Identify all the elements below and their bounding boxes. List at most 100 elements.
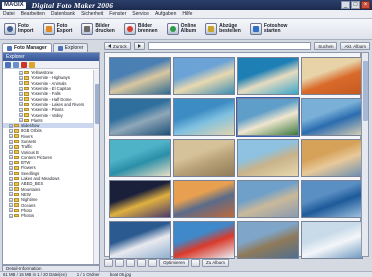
photo-bay-aerial[interactable] xyxy=(237,57,299,95)
photo-city-lights[interactable] xyxy=(109,180,171,218)
photo-jetty-palms[interactable] xyxy=(236,97,300,137)
tab-explorer[interactable]: Explorer xyxy=(52,43,89,52)
expand-icon[interactable]: + xyxy=(9,139,13,144)
toolbar-button[interactable]: Foto Import xyxy=(4,23,34,35)
expand-icon[interactable]: + xyxy=(9,176,13,181)
expand-icon[interactable]: + xyxy=(9,123,13,128)
expand-icon[interactable]: + xyxy=(9,160,13,165)
expand-icon[interactable]: + xyxy=(9,203,13,208)
expand-icon[interactable]: + xyxy=(9,171,13,176)
expand-icon[interactable]: + xyxy=(9,155,13,160)
favorite-icon[interactable] xyxy=(29,62,35,68)
expand-icon[interactable]: + xyxy=(9,213,13,218)
photo-red-sail[interactable] xyxy=(173,221,235,259)
forward-button[interactable] xyxy=(133,42,145,50)
toolbar-button[interactable]: Foto Export xyxy=(42,23,72,35)
menu-item[interactable]: Aufgaben xyxy=(155,11,176,17)
compare-button[interactable] xyxy=(191,258,201,267)
photo-lagoon-boat[interactable] xyxy=(109,139,171,177)
new-folder-icon[interactable] xyxy=(5,62,11,68)
toolbar-button[interactable]: Fotoshow starten xyxy=(249,23,287,35)
expand-icon[interactable]: + xyxy=(9,134,13,139)
folder-icon xyxy=(14,150,19,154)
expand-icon[interactable]: + xyxy=(19,113,23,118)
menu-item[interactable]: Service xyxy=(132,11,149,17)
expand-icon[interactable]: + xyxy=(19,102,23,107)
menu-item[interactable]: Fenster xyxy=(109,11,126,17)
tree-item-label: Yosemite - Valley xyxy=(31,112,63,118)
expand-icon[interactable]: + xyxy=(9,150,13,155)
expand-icon[interactable]: + xyxy=(19,91,23,96)
photo-shell-sand[interactable] xyxy=(173,139,235,177)
zoom-in-button[interactable] xyxy=(137,258,146,267)
expand-icon[interactable]: + xyxy=(9,208,13,213)
expand-icon[interactable]: + xyxy=(9,181,13,186)
folder-icon xyxy=(14,208,19,213)
tree-item-label: ABED_BES xyxy=(21,181,44,187)
photo-starfish[interactable] xyxy=(301,57,363,95)
back-button[interactable]: Zurück xyxy=(104,42,131,50)
scroll-thumb[interactable] xyxy=(363,61,368,121)
expand-icon[interactable]: + xyxy=(9,144,13,149)
menu-item[interactable]: Datei xyxy=(3,11,15,17)
add-to-album-button[interactable]: Zu Album xyxy=(202,258,230,267)
explorer-panel: Explorer + Yellowstone + Yosemite - Highway… xyxy=(2,52,100,265)
expand-icon[interactable]: + xyxy=(19,118,23,123)
toolbar-button[interactable]: Abzüge bestellen xyxy=(205,23,241,35)
tree-item-label: Content Pictures xyxy=(21,154,52,160)
refresh-icon[interactable] xyxy=(13,62,19,68)
folder-icon xyxy=(7,45,12,51)
expand-icon[interactable]: + xyxy=(9,165,13,170)
minimize-icon[interactable]: _ xyxy=(341,1,350,9)
photo-palm-sunset[interactable] xyxy=(173,180,235,218)
delete-photo-button[interactable] xyxy=(148,258,157,267)
photo-grid xyxy=(104,52,363,259)
tree-item[interactable]: + Photos xyxy=(3,213,93,218)
toolbar-button[interactable]: Bilder brennen xyxy=(123,23,158,35)
expand-icon[interactable]: + xyxy=(9,187,13,192)
path-input[interactable] xyxy=(147,42,312,50)
photo-coast-cliffs[interactable] xyxy=(109,57,171,95)
photo-harbor-boats[interactable] xyxy=(109,221,171,259)
photo-coast-town[interactable] xyxy=(237,180,299,218)
search-button[interactable]: Suchen xyxy=(314,42,338,50)
expand-icon[interactable]: + xyxy=(19,107,23,112)
delete-icon[interactable] xyxy=(21,62,27,68)
toolbar-button[interactable]: Bilder drucken xyxy=(81,23,115,35)
rotate-left-button[interactable] xyxy=(104,258,113,267)
photo-beach-dunes[interactable] xyxy=(237,139,299,177)
photo-open-sea[interactable] xyxy=(301,180,363,218)
photo-hammock-beach[interactable] xyxy=(173,57,235,95)
photo-cliff-road[interactable] xyxy=(237,221,299,259)
expand-icon[interactable]: + xyxy=(9,192,13,197)
optimize-button[interactable]: Optimieren xyxy=(159,258,190,267)
photo-palm-beach[interactable] xyxy=(173,98,235,136)
tab-foto-manager[interactable]: Foto Manager xyxy=(2,43,52,52)
expand-icon[interactable]: + xyxy=(9,128,13,133)
close-icon[interactable]: × xyxy=(361,1,370,9)
scroll-thumb[interactable] xyxy=(95,84,99,124)
photo-white-boat[interactable] xyxy=(301,221,363,259)
current-album-button[interactable]: Akt. Album xyxy=(340,42,370,50)
zoom-out-button[interactable] xyxy=(126,258,135,267)
photo-deck-chair[interactable] xyxy=(301,98,363,136)
rotate-right-button[interactable] xyxy=(115,258,124,267)
expand-icon[interactable]: + xyxy=(19,70,23,75)
tree-item-label: Plants xyxy=(31,117,43,123)
grid-scrollbar[interactable] xyxy=(361,52,369,257)
expand-icon[interactable]: + xyxy=(19,75,23,80)
menu-item[interactable]: Bearbeiten xyxy=(21,11,45,17)
menu-item[interactable]: Datenbank xyxy=(51,11,75,17)
tree-scrollbar[interactable] xyxy=(93,70,99,264)
menu-item[interactable]: Sicherheit xyxy=(81,11,103,17)
maximize-icon[interactable]: □ xyxy=(351,1,360,9)
menu-item[interactable]: Hilfe xyxy=(182,11,192,17)
photo-house-shore[interactable] xyxy=(301,139,363,177)
expand-icon[interactable]: + xyxy=(9,197,13,202)
navigation-bar: Zurück Suchen Akt. Album xyxy=(104,41,370,51)
expand-icon[interactable]: + xyxy=(19,86,23,91)
toolbar-button[interactable]: Online Album xyxy=(166,23,196,35)
expand-icon[interactable]: + xyxy=(19,97,23,102)
expand-icon[interactable]: + xyxy=(19,81,23,86)
photo-sea-rocks[interactable] xyxy=(109,98,171,136)
